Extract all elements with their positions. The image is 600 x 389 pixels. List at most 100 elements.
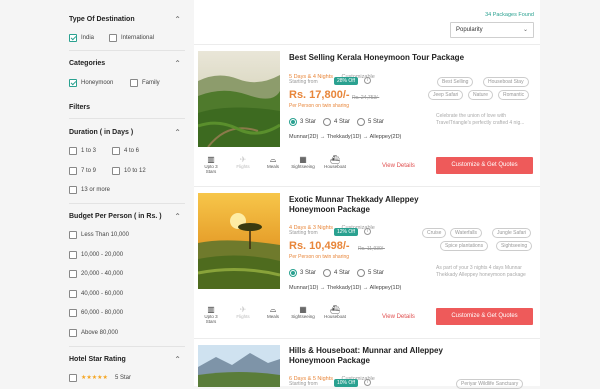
duration-checkbox[interactable] — [112, 167, 120, 175]
destination-filter-header[interactable]: Type Of Destination ⌃ — [69, 15, 181, 24]
package-route: Munnar(1D) → Thekkady(1D) → Alleppey(1D) — [289, 285, 402, 291]
package-title-line2[interactable]: Honeymoon Package — [289, 205, 370, 215]
star-3-radio[interactable] — [289, 118, 297, 126]
package-title[interactable]: Exotic Munnar Thekkady Alleppey — [289, 195, 419, 205]
amenity-houseboat: ⛴ Houseboat — [322, 155, 348, 169]
international-label: International — [121, 35, 155, 41]
star-4-radio[interactable] — [323, 118, 331, 126]
amenity-houseboat: ⛴ Houseboat — [322, 305, 348, 319]
amenity-label: Sightseeing — [291, 164, 315, 169]
results-panel: 34 Packages Found Popularity ⌄ Best Sell… — [194, 0, 540, 389]
amenity-flights: ✈ Flights — [232, 155, 254, 169]
discount-badge: 12% Off — [334, 228, 358, 236]
budget-checkbox[interactable] — [69, 309, 77, 317]
star-option-label: 5 Star — [368, 119, 385, 125]
duration-option-label: 10 to 12 — [124, 168, 146, 174]
package-tag: Romantic — [498, 90, 530, 100]
package-route: Munnar(2D) → Thekkady(1D) → Alleppey(2D) — [289, 134, 402, 140]
sightseeing-icon: ▦ — [299, 155, 307, 164]
filters-heading: Filters — [69, 104, 91, 111]
chevron-up-icon[interactable]: ⌃ — [174, 355, 181, 364]
starting-from-label: Starting from — [289, 381, 318, 387]
budget-checkbox[interactable] — [69, 329, 77, 337]
package-tag: Jungle Safari — [492, 228, 532, 238]
chevron-up-icon[interactable]: ⌃ — [174, 15, 181, 24]
sort-select[interactable]: Popularity ⌄ — [450, 22, 534, 38]
hotel-icon: ▥ — [207, 305, 215, 314]
packages-count: 34 Packages Found — [485, 12, 534, 18]
amenity-meals: ⌓ Meals — [262, 305, 284, 319]
package-title[interactable]: Hills & Houseboat: Munnar and Alleppey — [289, 346, 443, 356]
customize-quotes-button[interactable]: Customize & Get Quotes — [436, 157, 533, 174]
budget-checkbox[interactable] — [69, 251, 77, 259]
houseboat-icon: ⛴ — [329, 155, 341, 164]
package-title-line2[interactable]: Honeymoon Package — [289, 356, 370, 366]
india-checkbox[interactable] — [69, 34, 77, 42]
package-image[interactable] — [198, 193, 280, 289]
divider — [69, 346, 185, 347]
duration-checkbox[interactable] — [69, 186, 77, 194]
family-label: Family — [142, 80, 160, 86]
package-title[interactable]: Best Selling Kerala Honeymoon Tour Packa… — [289, 53, 464, 63]
budget-checkbox[interactable] — [69, 231, 77, 239]
duration-checkbox[interactable] — [69, 167, 77, 175]
india-label: India — [81, 35, 95, 41]
chevron-up-icon[interactable]: ⌃ — [174, 59, 181, 68]
view-details-link[interactable]: View Details — [382, 314, 415, 320]
budget-checkbox[interactable] — [69, 270, 77, 278]
amenity-label: Flights — [236, 314, 250, 319]
chevron-up-icon[interactable]: ⌃ — [174, 212, 181, 221]
star-option-label: 3 Star — [300, 119, 317, 125]
star-5-radio[interactable] — [357, 269, 365, 277]
hotel-rating-filter-header[interactable]: Hotel Star Rating ⌃ — [69, 355, 181, 364]
star-rating-label: 5 Star — [115, 375, 132, 381]
amenity-sightseeing: ▦ Sightseeing — [290, 305, 316, 319]
duration-checkbox[interactable] — [112, 147, 120, 155]
package-card: Hills & Houseboat: Munnar and Alleppey H… — [194, 338, 540, 389]
star-3-radio[interactable] — [289, 269, 297, 277]
duration-filter-header[interactable]: Duration ( in Days ) ⌃ — [69, 128, 181, 137]
divider — [69, 203, 185, 204]
budget-option-label: Less Than 10,000 — [81, 232, 129, 238]
budget-option-label: 20,000 - 40,000 — [81, 271, 124, 277]
budget-filter-header[interactable]: Budget Per Person ( in Rs. ) ⌃ — [69, 212, 181, 221]
package-price: Rs. 10,498/- — [289, 240, 350, 252]
info-icon[interactable]: i — [364, 77, 371, 84]
amenity-sightseeing: ▦ Sightseeing — [290, 155, 316, 169]
view-details-link[interactable]: View Details — [382, 163, 415, 169]
package-card: Best Selling Kerala Honeymoon Tour Packa… — [194, 44, 540, 182]
chevron-up-icon[interactable]: ⌃ — [174, 128, 181, 137]
package-image[interactable] — [198, 345, 280, 387]
international-checkbox[interactable] — [109, 34, 117, 42]
honeymoon-checkbox[interactable] — [69, 79, 77, 87]
star-rating-checkbox[interactable] — [69, 374, 77, 382]
package-tag: Waterfalls — [450, 228, 483, 238]
star-4-radio[interactable] — [323, 269, 331, 277]
hotel-icon: ▥ — [207, 155, 215, 164]
duration-checkbox[interactable] — [69, 147, 77, 155]
star-option-label: 4 Star — [334, 119, 351, 125]
plane-icon: ✈ — [239, 155, 247, 164]
package-image[interactable] — [198, 51, 280, 147]
duration-option-label: 7 to 9 — [81, 168, 97, 174]
package-tag: Houseboat Stay — [483, 77, 529, 87]
categories-filter-header[interactable]: Categories ⌃ — [69, 59, 181, 68]
amenity-label: Meals — [266, 164, 279, 169]
star-5-radio[interactable] — [357, 118, 365, 126]
star-rating-icons: ★★★★★ — [81, 375, 108, 381]
budget-option-label: 10,000 - 20,000 — [81, 252, 124, 258]
budget-checkbox[interactable] — [69, 290, 77, 298]
categories-filter-title: Categories — [69, 60, 106, 67]
amenity-label: Houseboat — [324, 164, 346, 169]
plane-icon: ✈ — [239, 305, 247, 314]
family-checkbox[interactable] — [130, 79, 138, 87]
star-option-label: 3 Star — [300, 270, 317, 276]
amenity-label: Flights — [236, 164, 250, 169]
package-tag: Jeep Safari — [428, 90, 464, 100]
info-icon[interactable]: i — [364, 228, 371, 235]
customize-quotes-button[interactable]: Customize & Get Quotes — [436, 308, 533, 325]
info-icon[interactable]: i — [364, 379, 371, 386]
amenity-label: Upto 3 Stars — [204, 164, 218, 174]
original-price: Rs. 11,930/- — [358, 246, 385, 252]
budget-filter-title: Budget Per Person ( in Rs. ) — [69, 213, 162, 220]
